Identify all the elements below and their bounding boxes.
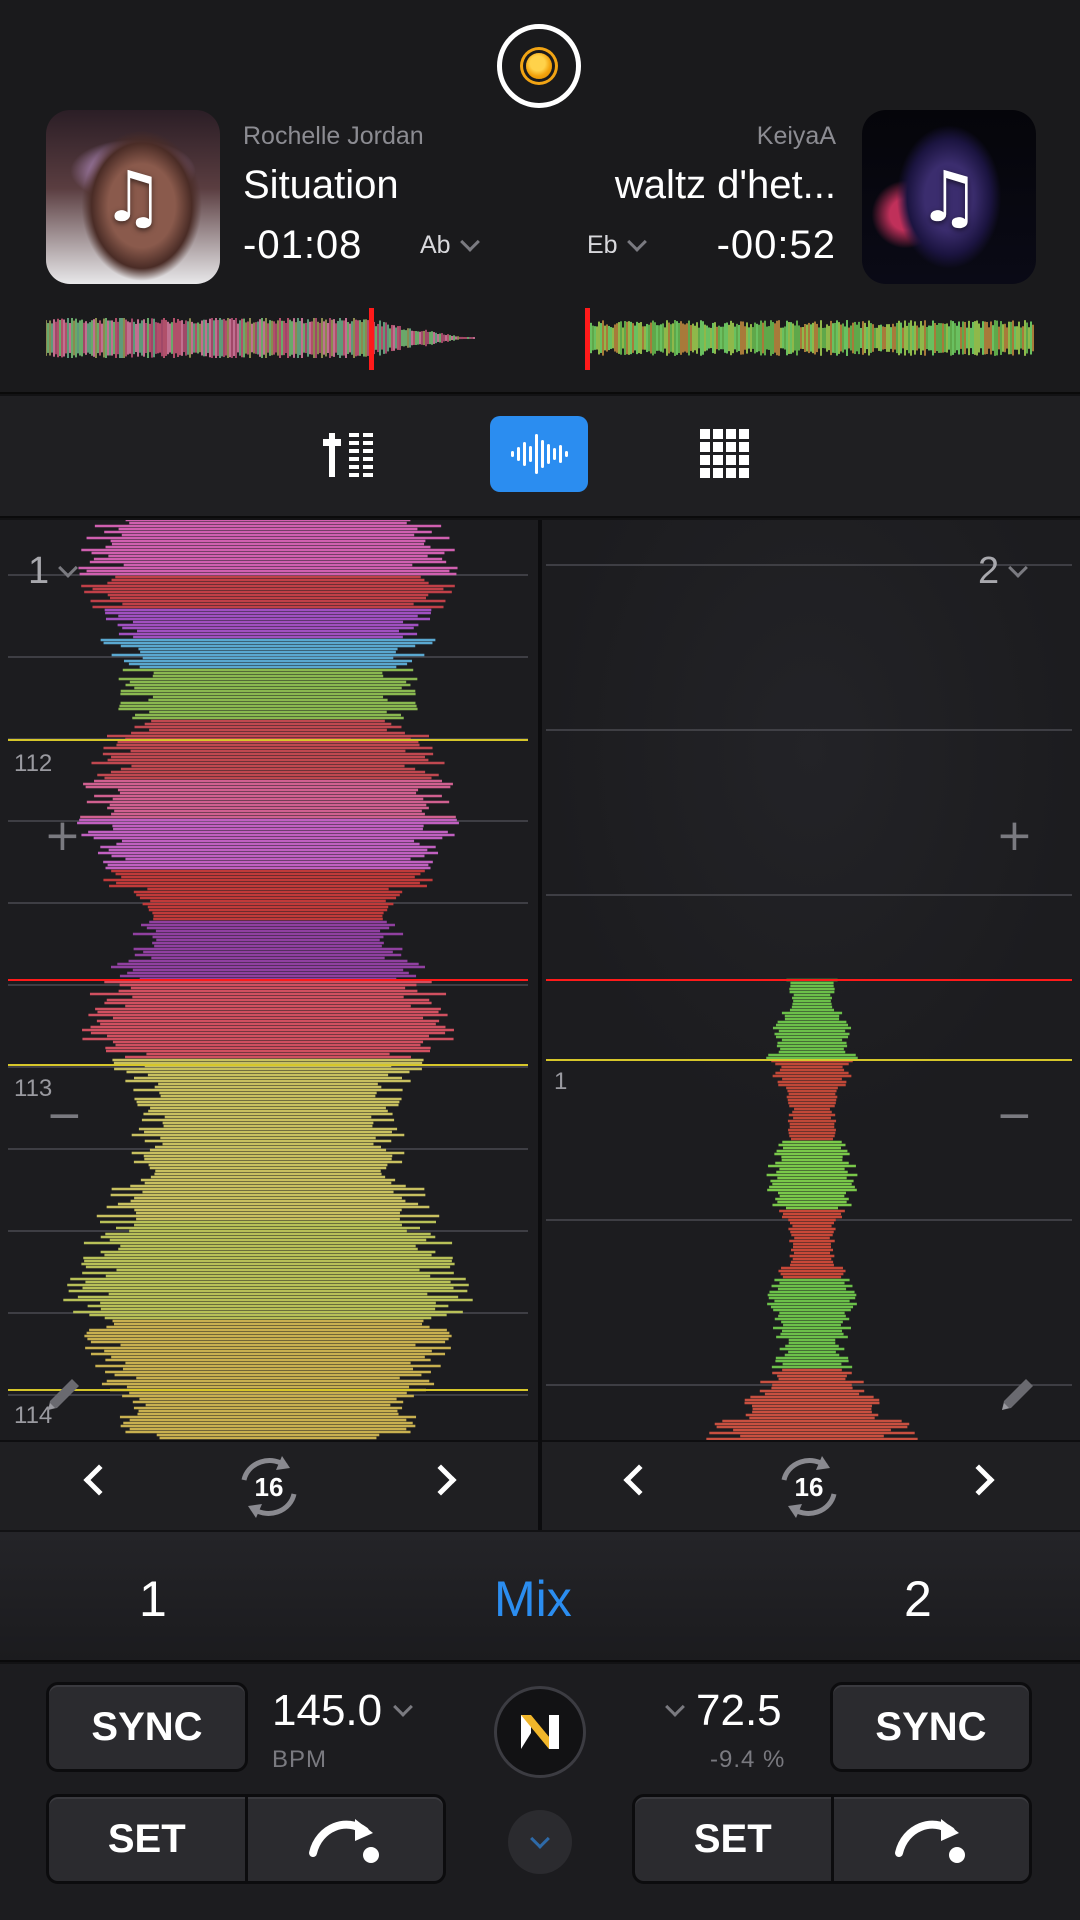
mixer-view-button[interactable]: [304, 416, 402, 492]
tab-deck2[interactable]: 2: [904, 1570, 932, 1628]
deck2-number: 2: [978, 550, 1000, 592]
chevron-down-icon: [459, 231, 480, 252]
deck1-loop-size: 16: [254, 1472, 284, 1502]
deck1-loop-row: 16: [0, 1440, 538, 1530]
mix-tabs: 1 Mix 2: [0, 1532, 1080, 1662]
deck2-overview-playhead: [585, 308, 590, 370]
deck1-overview-waveform[interactable]: [45, 308, 476, 370]
chevron-down-icon: [58, 557, 79, 578]
tab-deck1[interactable]: 1: [139, 1570, 167, 1628]
deck1-selector[interactable]: 1: [28, 550, 79, 593]
n-logo-icon: [521, 1715, 559, 1749]
transport-controls: SYNC 145.0 BPM 72.5 -9.4 % SYNC SET SET: [0, 1664, 1080, 1920]
deck2-sync-button[interactable]: SYNC: [830, 1682, 1032, 1772]
deck1-bar-label: 112: [14, 750, 53, 777]
deck2-album-art[interactable]: ♫: [862, 110, 1036, 284]
expand-controls-button[interactable]: [508, 1810, 572, 1874]
app-logo-button[interactable]: [497, 24, 581, 108]
cue-jump-icon: [895, 1819, 966, 1863]
tab-mix[interactable]: Mix: [494, 1570, 572, 1628]
chevron-down-icon: [393, 1697, 414, 1717]
deck2-loop-row: 16: [542, 1440, 1080, 1530]
deck1-bpm-selector[interactable]: 145.0: [272, 1686, 414, 1736]
deck1-cue-controls: SET: [46, 1794, 446, 1884]
mixer-faders-icon: [323, 433, 373, 477]
deck2-zoom-in-icon[interactable]: +: [996, 810, 1033, 861]
deck1-key-selector[interactable]: Ab: [420, 231, 480, 260]
deck-header: ♫ Rochelle Jordan Situation -01:08 Ab Ke…: [0, 0, 1080, 394]
view-toolbar: [0, 396, 1080, 518]
deck2-cue-controls: SET: [632, 1794, 1032, 1884]
deck2-key-selector[interactable]: Eb: [587, 231, 647, 260]
deck2-waveform[interactable]: 2 1 + −: [542, 520, 1080, 1440]
deck2-artist: KeiyaA: [756, 122, 836, 150]
pencil-icon[interactable]: [994, 1372, 1040, 1418]
deck1-bpm-value: 145.0: [272, 1686, 383, 1735]
rekordbox-disc-icon: [526, 53, 552, 79]
deck1-artist: Rochelle Jordan: [243, 122, 424, 150]
deck1-overview-playhead: [369, 308, 374, 370]
deck1-beat-jump-forward-button[interactable]: [425, 1464, 457, 1496]
deck2-zoom-out-icon[interactable]: −: [996, 1090, 1033, 1141]
cue-jump-icon: [309, 1819, 380, 1863]
deck1-set-button[interactable]: SET: [49, 1797, 245, 1881]
deck2-overview-waveform[interactable]: [585, 308, 1035, 370]
navigation-button[interactable]: [494, 1686, 586, 1778]
deck2-remaining-time[interactable]: -00:52: [717, 223, 836, 268]
deck1-zoom-out-icon[interactable]: −: [46, 1090, 83, 1141]
deck2-loop-button[interactable]: 16: [768, 1450, 850, 1524]
deck1-number: 1: [28, 550, 50, 592]
waveform-view-button[interactable]: [490, 416, 588, 492]
pads-view-button[interactable]: [676, 416, 774, 492]
deck1-sync-button[interactable]: SYNC: [46, 1682, 248, 1772]
deck1-key: Ab: [420, 231, 451, 259]
deck1-album-art[interactable]: ♫: [46, 110, 220, 284]
deck2-beat-jump-back-button[interactable]: [623, 1464, 655, 1496]
deck1-beat-jump-back-button[interactable]: [83, 1464, 115, 1496]
deck2-cue-jump-button[interactable]: [830, 1797, 1030, 1881]
waveform-area: 1 112 113 114 + − 2 1 + −: [0, 520, 1080, 1440]
deck1-cue-jump-button[interactable]: [244, 1797, 444, 1881]
deck2-beat-jump-forward-button[interactable]: [963, 1464, 995, 1496]
waveform-icon: [511, 434, 568, 474]
deck2-key: Eb: [587, 231, 618, 259]
deck1-loop-button[interactable]: 16: [228, 1450, 310, 1524]
chevron-down-icon: [626, 231, 647, 252]
deck1-bpm-unit: BPM: [272, 1746, 328, 1773]
deck1-waveform[interactable]: 1 112 113 114 + −: [0, 520, 538, 1440]
deck2-pitch: -9.4 %: [710, 1746, 786, 1773]
deck2-selector[interactable]: 2: [978, 550, 1029, 593]
chevron-down-icon: [665, 1697, 685, 1717]
deck1-title: Situation: [243, 163, 399, 207]
deck1-remaining-time[interactable]: -01:08: [243, 223, 362, 268]
chevron-down-icon: [1008, 557, 1029, 578]
deck2-bar-label: 1: [554, 1068, 568, 1095]
deck2-loop-size: 16: [794, 1472, 824, 1502]
music-note-icon: ♫: [101, 156, 165, 238]
chevron-down-icon: [530, 1829, 550, 1849]
deck2-set-button[interactable]: SET: [635, 1797, 831, 1881]
deck2-bpm-value: 72.5: [696, 1686, 782, 1735]
pad-grid-icon: [700, 429, 749, 478]
music-note-icon: ♫: [917, 156, 981, 238]
deck1-zoom-in-icon[interactable]: +: [44, 810, 81, 861]
deck2-title: waltz d'het...: [614, 163, 836, 207]
deck2-bpm-selector[interactable]: 72.5: [665, 1686, 782, 1736]
pencil-icon[interactable]: [40, 1372, 86, 1418]
